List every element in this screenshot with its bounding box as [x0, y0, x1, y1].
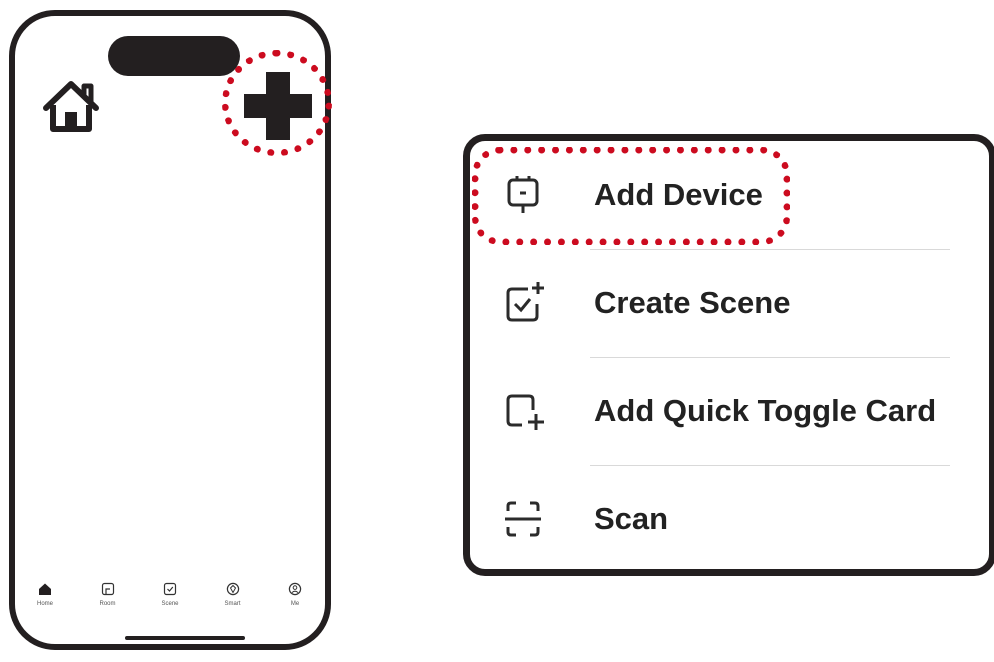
- menu-item-label: Scan: [594, 501, 669, 536]
- tab-room[interactable]: Room: [88, 582, 128, 622]
- tab-smart[interactable]: Smart: [213, 582, 253, 622]
- tab-label: Smart: [224, 601, 241, 607]
- tab-label: Home: [36, 601, 53, 607]
- add-card-icon: [506, 394, 544, 430]
- bottom-tab-bar: Home Room Scene Smart Me: [25, 582, 315, 622]
- menu-item-add-quick-toggle-card[interactable]: Add Quick Toggle Card: [500, 357, 989, 465]
- create-scene-icon: [506, 282, 544, 322]
- phone-frame: Home Room Scene Smart Me: [9, 10, 332, 650]
- tab-label: Me: [290, 601, 300, 607]
- scan-icon: [505, 501, 541, 537]
- menu-item-label: Create Scene: [594, 285, 791, 320]
- tab-me[interactable]: Me: [275, 582, 315, 622]
- tab-label: Room: [99, 601, 116, 607]
- tab-home[interactable]: Home: [25, 582, 65, 622]
- smart-icon: [226, 582, 239, 596]
- menu-item-create-scene[interactable]: Create Scene: [500, 249, 989, 357]
- house-icon: [43, 81, 99, 132]
- home-indicator: [125, 636, 245, 640]
- dynamic-island: [108, 36, 240, 76]
- profile-icon: [288, 582, 302, 596]
- menu-item-scan[interactable]: Scan: [500, 465, 989, 573]
- tab-label: Scene: [161, 601, 179, 607]
- menu-item-label: Add Device: [594, 177, 763, 212]
- add-menu-popup: Add Device Create Scene Add Quick Toggle…: [463, 134, 994, 576]
- device-icon: [507, 176, 539, 213]
- tab-scene[interactable]: Scene: [150, 582, 190, 622]
- menu-item-add-device[interactable]: Add Device: [500, 141, 989, 249]
- scene-check-icon: [163, 582, 177, 596]
- room-icon: [101, 582, 114, 596]
- plus-icon[interactable]: [244, 72, 312, 140]
- house-filled-icon: [39, 583, 51, 595]
- menu-item-label: Add Quick Toggle Card: [594, 393, 937, 428]
